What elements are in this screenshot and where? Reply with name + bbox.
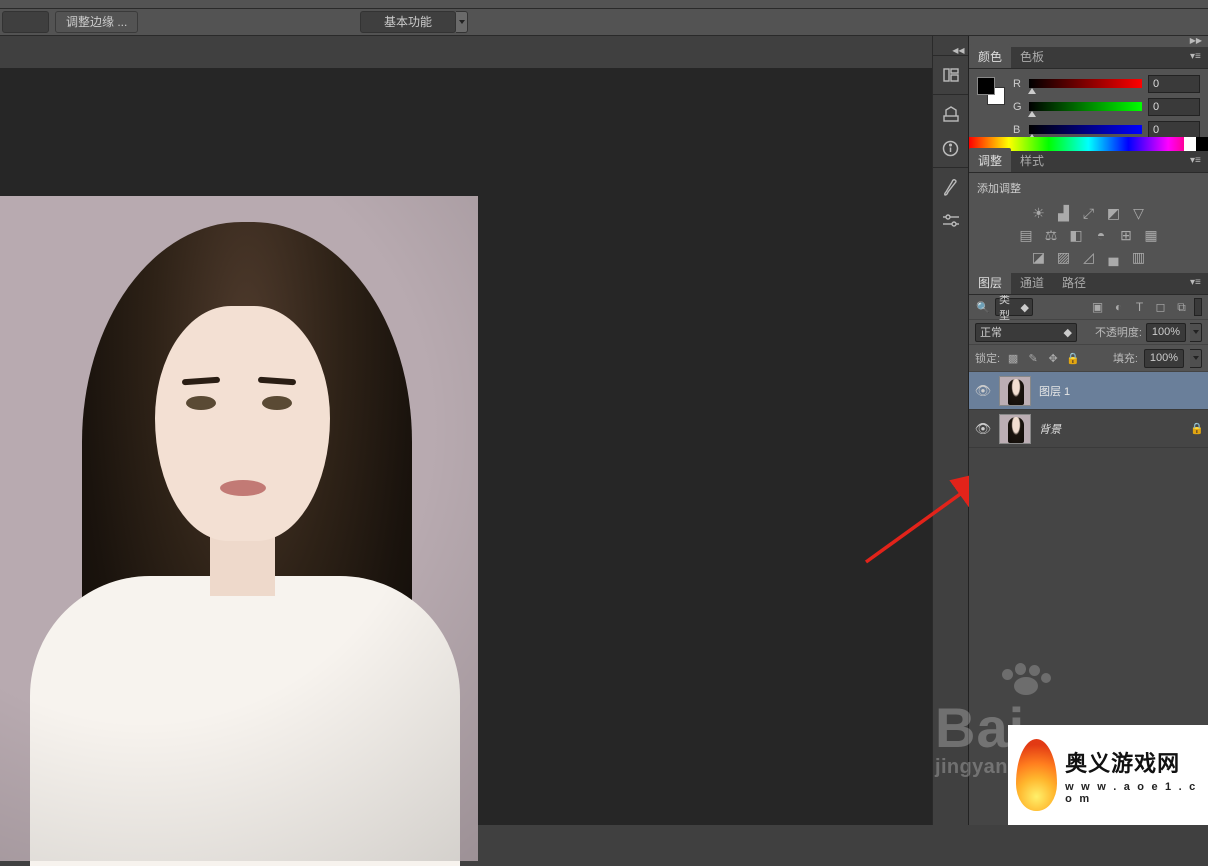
tab-paths[interactable]: 路径 [1053,270,1095,294]
threshold-icon[interactable]: ◿ [1080,249,1098,265]
g-value-input[interactable]: 0 [1148,98,1200,116]
fill-label: 填充: [1113,350,1138,366]
adjustments-dock-icon[interactable] [941,212,961,230]
canvas-area[interactable] [0,68,932,825]
levels-icon[interactable]: ▟ [1055,205,1073,221]
layer-name[interactable]: 背景 [1039,421,1061,437]
chevron-down-icon[interactable] [1190,323,1202,342]
r-slider[interactable] [1029,79,1142,88]
brightness-contrast-icon[interactable]: ☀ [1030,205,1048,221]
layers-panel-tabs: 图层 通道 路径 ▾≡ [969,273,1208,295]
panel-menu-icon[interactable]: ▾≡ [1190,155,1204,167]
black-white-icon[interactable]: ◧ [1067,227,1085,243]
filter-smart-icon[interactable]: ⧉ [1173,299,1190,316]
color-panel-tabs: 颜色 色板 ▾≡ [969,47,1208,69]
chevron-down-icon [456,11,468,33]
workspace-dropdown[interactable]: 基本功能 [360,11,468,33]
tab-styles[interactable]: 样式 [1011,148,1053,172]
filter-toggle[interactable] [1194,298,1202,316]
posterize-icon[interactable]: ▨ [1055,249,1073,265]
foreground-background-swatch[interactable] [977,77,1005,105]
site-badge: 奥义游戏网 w w w . a o e 1 . c o m [1008,725,1208,825]
gradient-map-icon[interactable]: ▄ [1105,249,1123,265]
tab-adjustments[interactable]: 调整 [969,148,1011,172]
filter-shape-icon[interactable]: ◻ [1152,299,1169,316]
brush-icon[interactable] [941,178,961,196]
panel-stack: ▶▶ 颜色 色板 ▾≡ R 0 G 0 [968,36,1208,825]
visibility-eye-icon[interactable]: 👁 [975,383,991,399]
b-label: B [1013,124,1023,136]
tool-preset-slot[interactable] [2,11,49,33]
workspace-label: 基本功能 [360,11,456,33]
photo-filter-icon[interactable]: ◓ [1092,227,1110,243]
expand-dock-icon[interactable]: ◀◀ [937,45,965,55]
filter-kind-dropdown[interactable]: 类型◆ [995,298,1033,316]
tab-layers[interactable]: 图层 [969,270,1011,294]
filter-pixel-icon[interactable]: ▣ [1089,299,1106,316]
add-adjustment-label: 添加调整 [977,177,1200,199]
collapsed-panel-dock: ◀◀ [932,36,968,825]
lock-icon: 🔒 [1190,422,1202,436]
tab-swatches[interactable]: 色板 [1011,44,1053,68]
menubar [0,0,1208,9]
layer-row[interactable]: 👁 背景 🔒 [969,410,1208,448]
color-balance-icon[interactable]: ⚖ [1042,227,1060,243]
panel-menu-icon[interactable]: ▾≡ [1190,51,1204,63]
layer-row[interactable]: 👁 图层 1 [969,372,1208,410]
curves-icon[interactable]: ⤢ [1080,205,1098,221]
g-label: G [1013,101,1023,113]
color-lookup-icon[interactable]: ▦ [1142,227,1160,243]
layer-thumbnail[interactable] [999,414,1031,444]
selective-color-icon[interactable]: ▥ [1130,249,1148,265]
flame-icon [1016,739,1057,811]
tab-channels[interactable]: 通道 [1011,270,1053,294]
lock-paint-icon[interactable]: ✎ [1026,351,1040,365]
filter-adjust-icon[interactable]: ◐ [1110,299,1127,316]
options-bar: 调整边缘 ... 基本功能 [0,9,1208,36]
layer-name[interactable]: 图层 1 [1039,383,1070,399]
b-value-input[interactable]: 0 [1148,121,1200,139]
lock-position-icon[interactable]: ✥ [1046,351,1060,365]
adjustments-panel-tabs: 调整 样式 ▾≡ [969,151,1208,173]
g-slider[interactable] [1029,102,1142,111]
lock-transparency-icon[interactable]: ▩ [1006,351,1020,365]
layer-thumbnail[interactable] [999,376,1031,406]
properties-icon[interactable] [941,105,961,123]
hue-sat-icon[interactable]: ▤ [1017,227,1035,243]
panel-menu-icon[interactable]: ▾≡ [1190,277,1204,289]
lock-label: 锁定: [975,350,1000,366]
history-icon[interactable] [941,66,961,84]
b-slider[interactable] [1029,125,1142,134]
info-icon[interactable] [941,139,961,157]
invert-icon[interactable]: ◪ [1030,249,1048,265]
chevron-down-icon[interactable] [1190,349,1202,368]
fill-input[interactable]: 100% [1144,349,1184,368]
search-icon[interactable]: 🔍 [975,299,991,315]
opacity-label: 不透明度: [1095,324,1142,340]
opacity-input[interactable]: 100% [1146,323,1186,342]
r-value-input[interactable]: 0 [1148,75,1200,93]
badge-url: w w w . a o e 1 . c o m [1065,781,1200,805]
document-image [0,196,478,861]
exposure-icon[interactable]: ◩ [1105,205,1123,221]
channel-mixer-icon[interactable]: ⊞ [1117,227,1135,243]
filter-type-icon[interactable]: T [1131,299,1148,316]
visibility-eye-icon[interactable]: 👁 [975,421,991,437]
blend-mode-dropdown[interactable]: 正常◆ [975,323,1077,342]
refine-edge-button[interactable]: 调整边缘 ... [55,11,138,33]
lock-all-icon[interactable]: 🔒 [1066,351,1080,365]
r-label: R [1013,78,1023,90]
vibrance-icon[interactable]: ▽ [1130,205,1148,221]
badge-title: 奥义游戏网 [1065,746,1200,778]
foreground-color-swatch[interactable] [977,77,995,95]
tab-color[interactable]: 颜色 [969,44,1011,68]
